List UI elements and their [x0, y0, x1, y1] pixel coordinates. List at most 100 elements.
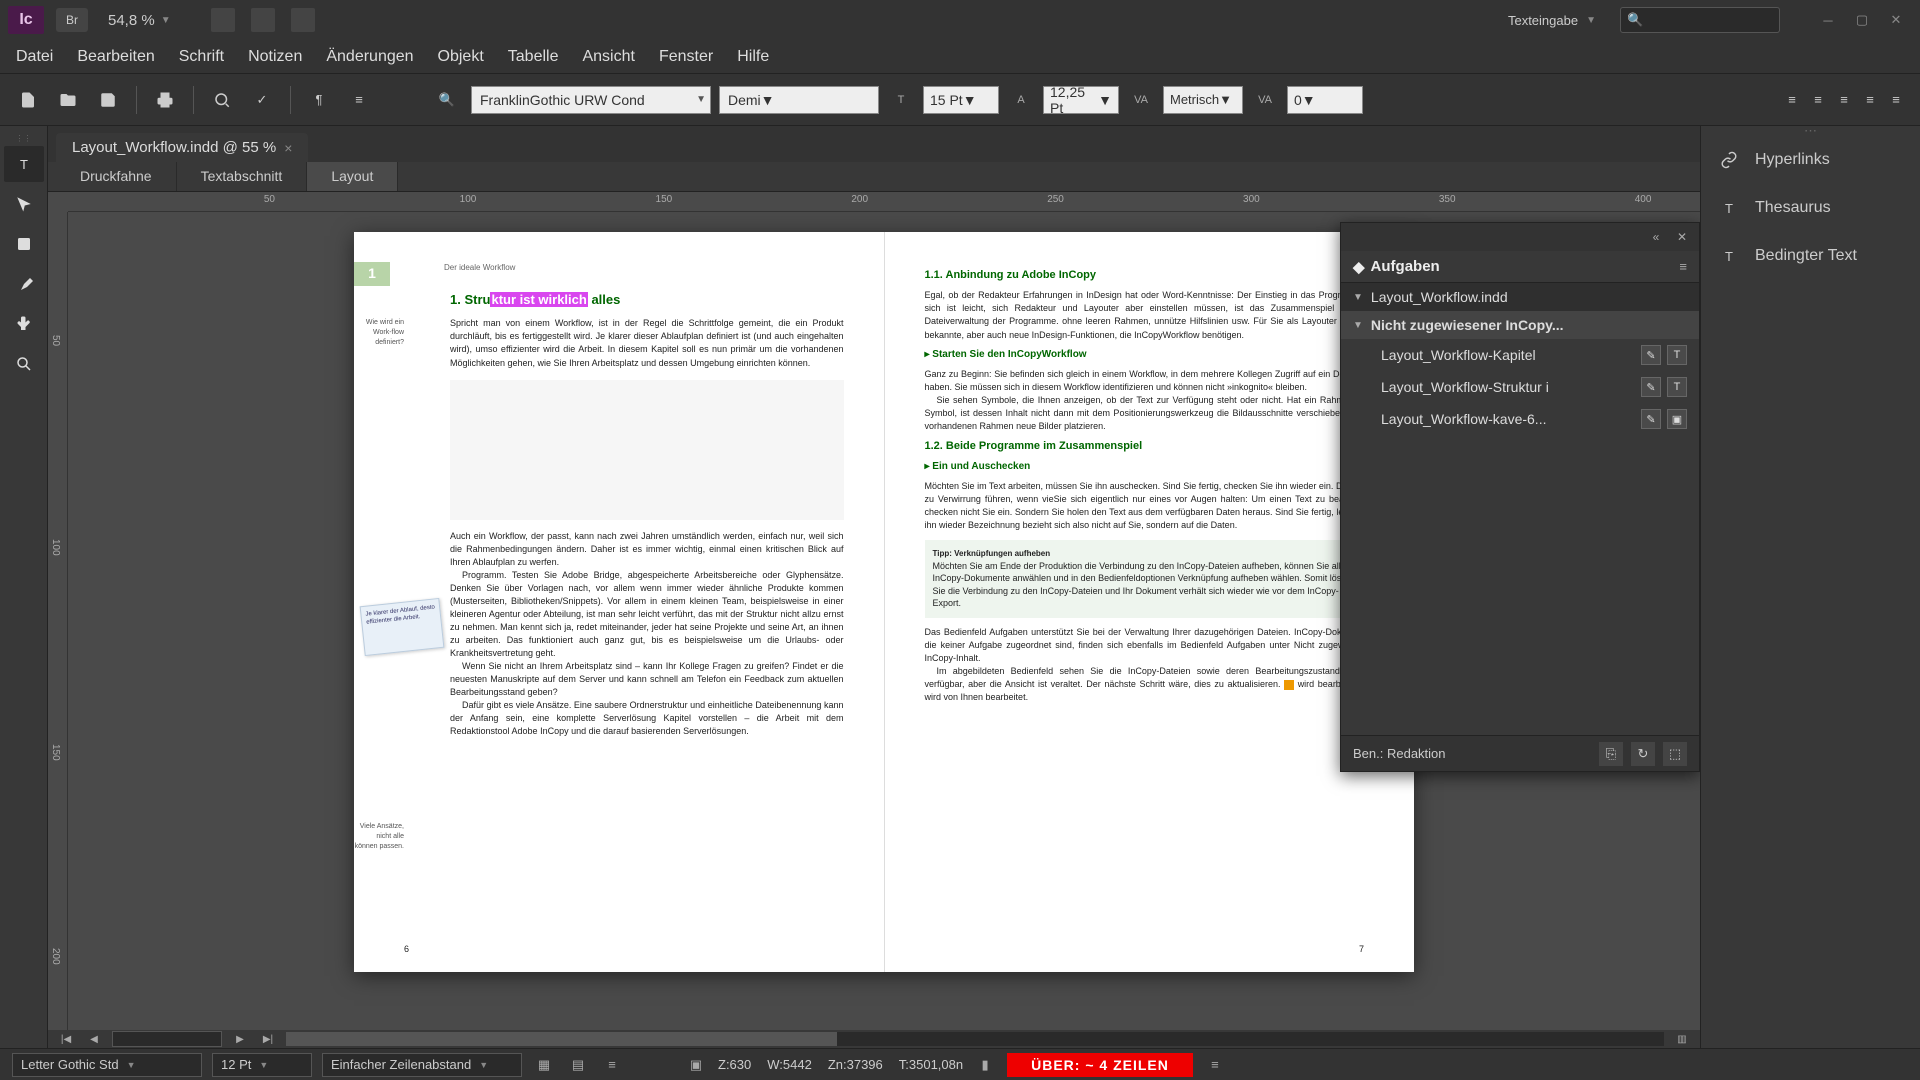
spellcheck-icon[interactable]: ✓ [246, 84, 278, 116]
assignment-group-row[interactable]: ▼ Nicht zugewiesener InCopy... [1341, 311, 1699, 339]
new-icon[interactable] [12, 84, 44, 116]
kerning-select[interactable]: Metrisch ▼ [1163, 86, 1243, 114]
position-tool[interactable] [4, 186, 44, 222]
body-paragraph[interactable]: Das Bedienfeld Aufgaben unterstützt Sie … [925, 626, 1375, 665]
split-view-icon[interactable]: ▥ [1672, 1032, 1692, 1046]
view-tab-layout[interactable]: Layout [307, 162, 398, 191]
info-icon[interactable]: ▤ [566, 1053, 590, 1077]
zoom-tool[interactable] [4, 346, 44, 382]
maximize-button[interactable]: ▢ [1846, 8, 1878, 32]
column-icon[interactable]: ▦ [532, 1053, 556, 1077]
view-options-icon[interactable] [211, 8, 235, 32]
hand-tool[interactable] [4, 306, 44, 342]
body-paragraph[interactable]: Auch ein Workflow, der passt, kann nach … [450, 530, 844, 569]
text-frame-icon[interactable]: T [1667, 345, 1687, 365]
galley-leading-select[interactable]: Einfacher Zeilenabstand▼ [322, 1053, 522, 1077]
document-tab[interactable]: Layout_Workflow.indd @ 55 % × [56, 133, 308, 162]
panel-conditional-text[interactable]: T Bedingter Text [1701, 232, 1920, 280]
close-icon[interactable]: ✕ [1673, 228, 1691, 246]
close-icon[interactable]: × [284, 140, 292, 156]
page-right[interactable]: 1.1. Anbindung zu Adobe InCopy Egal, ob … [885, 232, 1415, 972]
menu-notizen[interactable]: Notizen [248, 48, 302, 66]
workspace-switcher[interactable]: Texteingabe ▼ [1496, 9, 1608, 32]
checkout-icon[interactable]: ⬚ [1663, 742, 1687, 766]
page-number-field[interactable] [112, 1031, 222, 1047]
find-icon[interactable] [206, 84, 238, 116]
view-tab-story[interactable]: Textabschnitt [177, 162, 308, 191]
menu-schrift[interactable]: Schrift [179, 48, 224, 66]
print-icon[interactable] [149, 84, 181, 116]
align-right-icon[interactable]: ≡ [1832, 88, 1856, 112]
save-icon[interactable] [92, 84, 124, 116]
heading-2[interactable]: 1.1. Anbindung zu Adobe InCopy [925, 268, 1375, 283]
first-page-icon[interactable]: |◀ [56, 1032, 76, 1046]
refresh-icon[interactable]: ↻ [1631, 742, 1655, 766]
leading-field[interactable]: 12,25 Pt ▼ [1043, 86, 1119, 114]
menu-datei[interactable]: Datei [16, 48, 53, 66]
open-icon[interactable] [52, 84, 84, 116]
font-family-select[interactable]: FranklinGothic URW Cond ▼ [471, 86, 711, 114]
menu-objekt[interactable]: Objekt [438, 48, 484, 66]
menu-tabelle[interactable]: Tabelle [508, 48, 559, 66]
assignment-doc-row[interactable]: ▼ Layout_Workflow.indd [1341, 283, 1699, 311]
canvas[interactable]: 1 Der ideale Workflow 1. Struktur ist wi… [68, 212, 1700, 1030]
minimize-button[interactable]: ─ [1812, 8, 1844, 32]
page-left[interactable]: 1 Der ideale Workflow 1. Struktur ist wi… [354, 232, 885, 972]
assignment-item[interactable]: Layout_Workflow-Struktur i ✎ T [1341, 371, 1699, 403]
image-frame-icon[interactable]: ▣ [1667, 409, 1687, 429]
text-frame-icon[interactable]: T [1667, 377, 1687, 397]
body-paragraph[interactable]: Egal, ob der Redakteur Erfahrungen in In… [925, 289, 1375, 341]
bridge-button[interactable]: Br [56, 8, 88, 32]
font-size-field[interactable]: 15 Pt ▼ [923, 86, 999, 114]
last-page-icon[interactable]: ▶| [258, 1032, 278, 1046]
panel-grip[interactable]: ⋮⋮ [0, 134, 47, 142]
next-page-icon[interactable]: ▶ [230, 1032, 250, 1046]
menu-icon[interactable]: ≡ [1203, 1053, 1227, 1077]
body-paragraph[interactable]: Im abgebildeten Bedienfeld sehen Sie die… [925, 665, 1375, 704]
edit-icon[interactable]: ✎ [1641, 345, 1661, 365]
body-paragraph[interactable]: Wenn Sie nicht an Ihrem Arbeitsplatz sin… [450, 660, 844, 699]
body-paragraph[interactable]: Ganz zu Beginn: Sie befinden sich gleich… [925, 368, 1375, 394]
align-left-icon[interactable]: ≡ [1780, 88, 1804, 112]
panel-menu-icon[interactable]: ≡ [1679, 259, 1687, 274]
menu-ansicht[interactable]: Ansicht [582, 48, 634, 66]
lines-icon[interactable]: ≡ [600, 1053, 624, 1077]
view-tab-galley[interactable]: Druckfahne [56, 162, 177, 191]
body-paragraph[interactable]: Spricht man von einem Workflow, ist in d… [450, 317, 844, 369]
panel-grip[interactable]: ⋯ [1701, 126, 1920, 136]
sticky-note[interactable]: Je klarer der Ablauf, desto effizienter … [360, 598, 445, 656]
heading-3[interactable]: ▸ Ein und Auschecken [925, 460, 1375, 474]
stats-icon[interactable]: ▣ [684, 1053, 708, 1077]
assignment-item[interactable]: Layout_Workflow-Kapitel ✎ T [1341, 339, 1699, 371]
screen-mode-icon[interactable] [251, 8, 275, 32]
collapse-icon[interactable]: « [1647, 228, 1665, 246]
galley-size-select[interactable]: 12 Pt▼ [212, 1053, 312, 1077]
edit-icon[interactable]: ✎ [1641, 409, 1661, 429]
menu-lines-icon[interactable]: ≡ [343, 84, 375, 116]
menu-hilfe[interactable]: Hilfe [737, 48, 769, 66]
depth-icon[interactable]: ▮ [973, 1053, 997, 1077]
pilcrow-icon[interactable]: ¶ [303, 84, 335, 116]
body-paragraph[interactable]: Sie sehen Symbole, die Ihnen anzeigen, o… [925, 394, 1375, 433]
note-tool[interactable] [4, 226, 44, 262]
assignment-item[interactable]: Layout_Workflow-kave-6... ✎ ▣ [1341, 403, 1699, 435]
menu-fenster[interactable]: Fenster [659, 48, 713, 66]
tracking-field[interactable]: 0 ▼ [1287, 86, 1363, 114]
menu-aenderungen[interactable]: Änderungen [326, 48, 413, 66]
panel-hyperlinks[interactable]: Hyperlinks [1701, 136, 1920, 184]
edit-icon[interactable]: ✎ [1641, 377, 1661, 397]
body-paragraph[interactable]: Programm. Testen Sie Adobe Bridge, abges… [450, 569, 844, 660]
update-icon[interactable]: ⎘ [1599, 742, 1623, 766]
align-center-icon[interactable]: ≡ [1806, 88, 1830, 112]
panel-thesaurus[interactable]: T Thesaurus [1701, 184, 1920, 232]
heading-1[interactable]: 1. Struktur ist wirklich alles [450, 291, 844, 309]
align-justify-all-icon[interactable]: ≡ [1884, 88, 1908, 112]
body-paragraph[interactable]: Möchten Sie im Text arbeiten, müssen Sie… [925, 480, 1375, 532]
body-paragraph[interactable]: Dafür gibt es viele Ansätze. Eine sauber… [450, 699, 844, 738]
search-input[interactable]: 🔍 [1620, 7, 1780, 33]
panel-tab-aufgaben[interactable]: ◆ Aufgaben [1353, 258, 1440, 276]
galley-font-select[interactable]: Letter Gothic Std▼ [12, 1053, 202, 1077]
horizontal-scrollbar[interactable] [286, 1032, 1664, 1046]
heading-2[interactable]: 1.2. Beide Programme im Zusammenspiel [925, 439, 1375, 454]
arrange-icon[interactable] [291, 8, 315, 32]
